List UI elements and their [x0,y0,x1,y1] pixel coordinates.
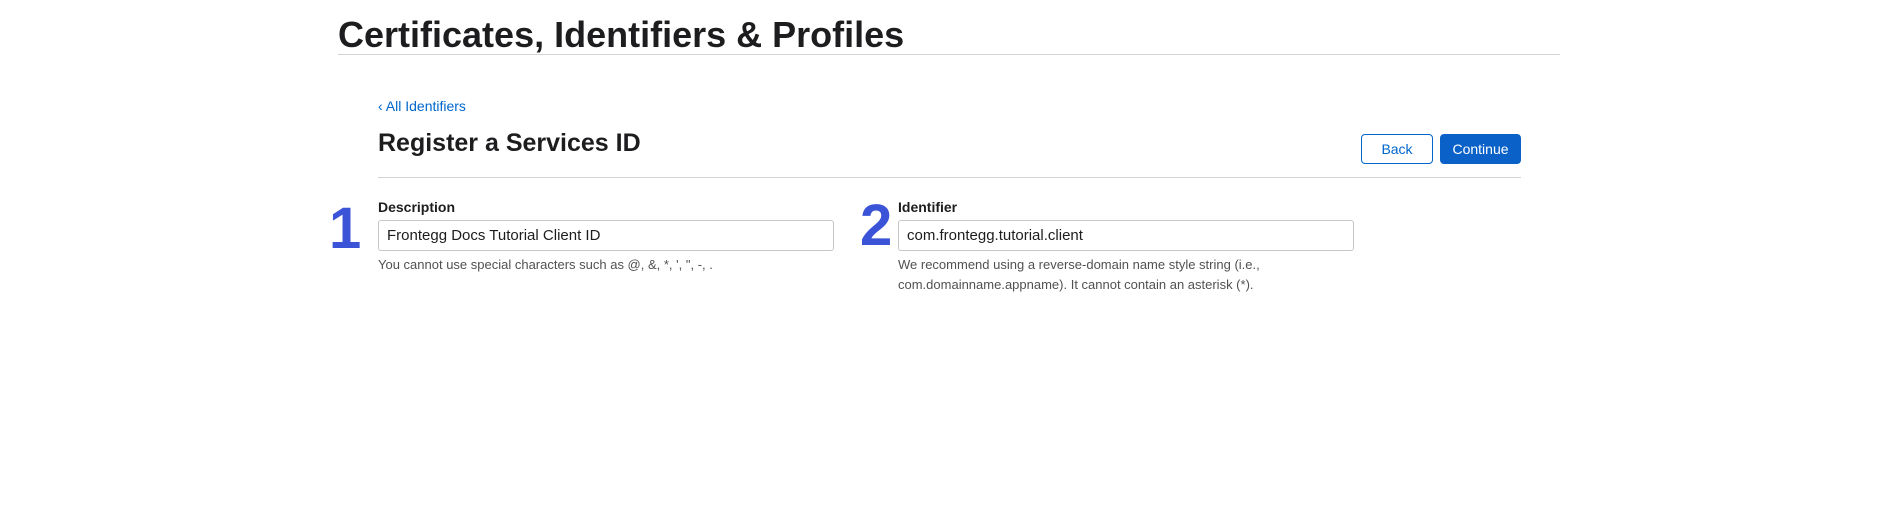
identifier-help-text: We recommend using a reverse-domain name… [898,257,1260,292]
page-title: Certificates, Identifiers & Profiles [338,14,905,55]
description-help-text: You cannot use special characters such a… [378,257,713,272]
page-header: Certificates, Identifiers & Profiles [338,10,1560,55]
identifier-label: Identifier [898,199,958,215]
step-number-2: 2 [860,193,893,258]
section-title: Register a Services ID [378,129,641,157]
continue-button[interactable]: Continue [1440,134,1521,164]
back-button[interactable]: Back [1361,134,1433,164]
section-divider [378,177,1521,178]
page: Certificates, Identifiers & Profiles ‹ A… [0,0,1897,516]
all-identifiers-link[interactable]: ‹ All Identifiers [378,98,466,114]
identifier-input[interactable] [898,220,1354,251]
description-input[interactable] [378,220,834,251]
step-number-1: 1 [329,196,362,261]
description-label: Description [378,199,456,215]
